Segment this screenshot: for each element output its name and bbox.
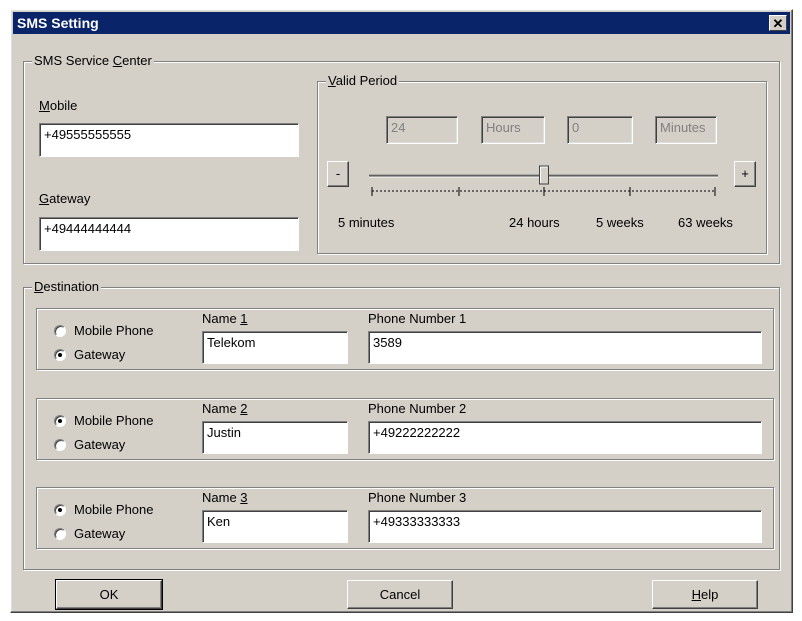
- destination-entry-1: Mobile Phone Gateway Name 1 Telekom Phon…: [36, 308, 774, 370]
- close-button[interactable]: ✕: [769, 15, 787, 31]
- ok-button[interactable]: OK: [55, 579, 163, 610]
- slider-thumb[interactable]: [539, 165, 549, 185]
- entry-1-gateway-radio[interactable]: [54, 349, 66, 361]
- entry-3-mobile-radio[interactable]: [54, 504, 66, 516]
- scale-label-63-weeks: 63 weeks: [678, 215, 733, 230]
- scale-label-5-minutes: 5 minutes: [338, 215, 395, 230]
- destination-entry-3: Mobile Phone Gateway Name 3 Ken Phone Nu…: [36, 487, 774, 549]
- help-button[interactable]: Help: [652, 580, 758, 609]
- valid-period-legend: Valid Period: [326, 73, 400, 89]
- entry-1-mobile-radio[interactable]: [54, 325, 66, 337]
- entry-2-mobile-label: Mobile Phone: [74, 413, 154, 428]
- entry-2-name-label: Name 2: [202, 401, 248, 416]
- mobile-input[interactable]: +49555555555: [39, 123, 299, 157]
- gateway-input[interactable]: +49444444444: [39, 217, 299, 251]
- minutes-value-field: 0: [567, 116, 633, 144]
- entry-3-mobile-label: Mobile Phone: [74, 502, 154, 517]
- decrease-period-button[interactable]: -: [327, 161, 349, 187]
- entry-1-name-label: Name 1: [202, 311, 248, 326]
- entry-2-phone-input[interactable]: +49222222222: [368, 421, 762, 454]
- valid-period-slider[interactable]: [366, 160, 726, 200]
- slider-ticks: [371, 187, 716, 196]
- entry-1-phone-input[interactable]: 3589: [368, 331, 762, 364]
- destination-entry-2: Mobile Phone Gateway Name 2 Justin Phone…: [36, 398, 774, 460]
- increase-period-button[interactable]: +: [734, 161, 756, 187]
- valid-period-group: Valid Period 24 Hours 0 Minutes - + 5 mi…: [317, 73, 767, 254]
- entry-3-gateway-label: Gateway: [74, 526, 126, 541]
- entry-2-gateway-radio[interactable]: [54, 439, 66, 451]
- mobile-label: Mobile: [39, 98, 78, 113]
- gateway-label: Gateway: [39, 191, 91, 206]
- close-icon: ✕: [772, 16, 784, 31]
- destination-group: Destination Mobile Phone Gateway Name 1 …: [23, 279, 780, 570]
- entry-3-gateway-radio[interactable]: [54, 528, 66, 540]
- entry-3-name-input[interactable]: Ken: [202, 510, 348, 543]
- radio-selected-dot: [58, 508, 62, 512]
- destination-legend: Destination: [32, 279, 102, 295]
- entry-3-phone-input[interactable]: +49333333333: [368, 510, 762, 543]
- title-bar[interactable]: SMS Setting ✕: [13, 12, 790, 34]
- minutes-unit-field: Minutes: [655, 116, 717, 144]
- entry-1-mobile-label: Mobile Phone: [74, 323, 154, 338]
- sms-setting-dialog: SMS Setting ✕ SMS Service Center Mobile …: [10, 9, 793, 613]
- entry-1-phone-label: Phone Number 1: [368, 311, 467, 326]
- entry-1-name-input[interactable]: Telekom: [202, 331, 348, 364]
- radio-selected-dot: [58, 353, 62, 357]
- hours-value-field: 24: [386, 116, 458, 144]
- sms-service-center-group: SMS Service Center Mobile +49555555555 G…: [23, 53, 780, 264]
- scale-label-5-weeks: 5 weeks: [596, 215, 644, 230]
- entry-3-phone-label: Phone Number 3: [368, 490, 467, 505]
- scale-label-24-hours: 24 hours: [509, 215, 560, 230]
- entry-3-name-label: Name 3: [202, 490, 248, 505]
- sms-service-center-legend: SMS Service Center: [32, 53, 154, 69]
- hours-unit-field: Hours: [481, 116, 545, 144]
- window-title: SMS Setting: [17, 15, 99, 31]
- entry-2-mobile-radio[interactable]: [54, 415, 66, 427]
- entry-2-name-input[interactable]: Justin: [202, 421, 348, 454]
- entry-2-phone-label: Phone Number 2: [368, 401, 467, 416]
- cancel-button[interactable]: Cancel: [347, 580, 453, 609]
- entry-1-gateway-label: Gateway: [74, 347, 126, 362]
- entry-2-gateway-label: Gateway: [74, 437, 126, 452]
- radio-selected-dot: [58, 419, 62, 423]
